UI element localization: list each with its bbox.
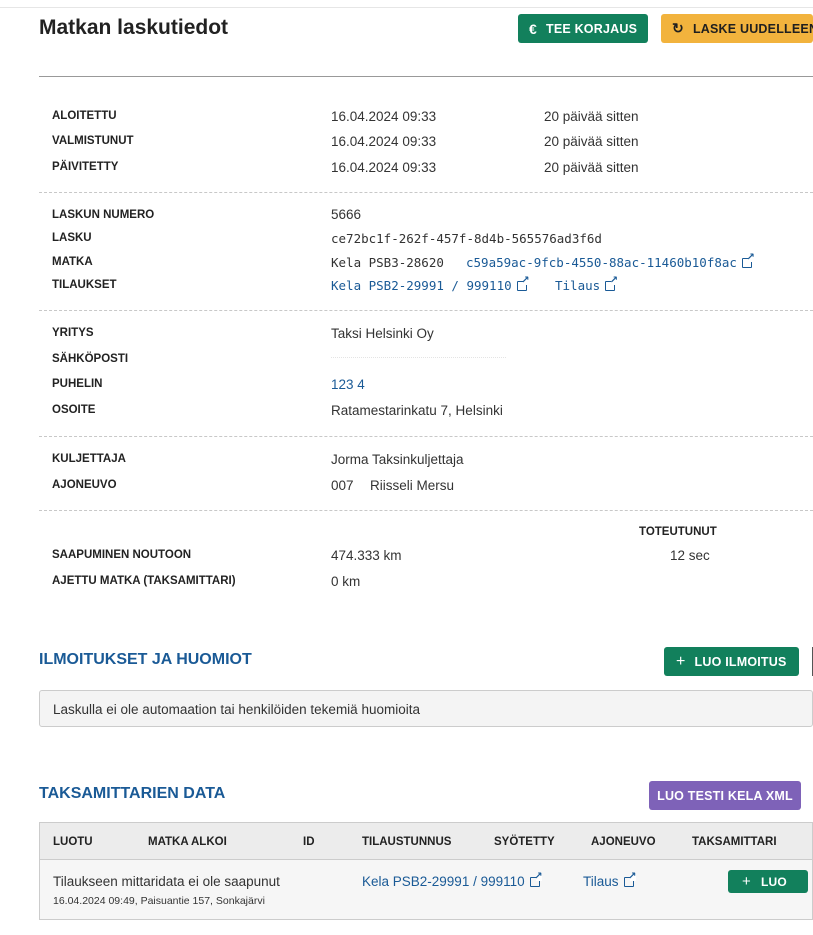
- orders-label: TILAUKSET: [52, 279, 117, 291]
- driven-label: AJETTU MATKA (TAKSAMITTARI): [52, 575, 236, 587]
- column-header: MATKA ALKOI: [148, 836, 227, 848]
- order-tilaus-text: Tilaus: [555, 278, 601, 293]
- create-notice-button[interactable]: + LUO ILMOITUS: [664, 647, 799, 676]
- column-header: TAKSAMITTARI: [692, 836, 777, 848]
- external-link-icon: [605, 275, 618, 291]
- address-value: Ratamestarinkatu 7, Helsinki: [331, 403, 503, 418]
- column-header: ID: [303, 836, 315, 848]
- trip-link[interactable]: c59a59ac-9fcb-4550-88ac-11460b10f8ac: [466, 252, 755, 270]
- section-divider: [39, 310, 813, 311]
- section-divider: [39, 436, 813, 437]
- started-value: 16.04.2024 09:33: [331, 109, 437, 124]
- section-divider: [39, 192, 813, 193]
- external-link-icon: [529, 871, 543, 887]
- driver-value: Jorma Taksinkuljettaja: [331, 452, 464, 467]
- trip-label: MATKA: [52, 256, 93, 268]
- row-status: Tilaukseen mittaridata ei ole saapunut: [53, 874, 280, 889]
- invoice-label: LASKU: [52, 232, 92, 244]
- invoice-id: ce72bc1f-262f-457f-8d4b-565576ad3f6d: [331, 231, 602, 246]
- test-kela-xml-label: LUO TESTI KELA XML: [657, 788, 793, 803]
- updated-relative: 20 päivää sitten: [544, 160, 639, 175]
- updated-label: PÄIVITETTY: [52, 161, 119, 173]
- meter-title: TAKSAMITTARIEN DATA: [39, 785, 226, 802]
- driven-distance: 0 km: [331, 574, 361, 589]
- plus-icon: +: [676, 652, 686, 670]
- phone-link[interactable]: 123 4: [331, 377, 365, 392]
- notices-title: ILMOITUKSET JA HUOMIOT: [39, 651, 252, 668]
- company-label: YRITYS: [52, 327, 94, 339]
- arrival-distance: 474.333 km: [331, 548, 402, 563]
- column-header: LUOTU: [53, 836, 93, 848]
- row-tilaus-link[interactable]: Tilaus: [583, 871, 637, 889]
- invoice-number-label: LASKUN NUMERO: [52, 209, 155, 221]
- correction-button[interactable]: € TEE KORJAUS: [518, 14, 648, 43]
- order-link-text: Kela PSB2-29991 / 999110: [331, 278, 512, 293]
- order-tilaus-link[interactable]: Tilaus: [555, 275, 618, 293]
- create-meter-button[interactable]: + LUO: [728, 870, 808, 893]
- euro-icon: €: [529, 20, 537, 37]
- phone-label: PUHELIN: [52, 378, 103, 390]
- company-value: Taksi Helsinki Oy: [331, 326, 434, 341]
- vehicle-label: AJONEUVO: [52, 479, 117, 491]
- column-header: AJONEUVO: [591, 836, 656, 848]
- order-link[interactable]: Kela PSB2-29991 / 999110: [331, 275, 530, 293]
- arrival-time: 12 sec: [670, 548, 710, 563]
- header-divider: [39, 76, 813, 77]
- row-order-link-text: Kela PSB2-29991 / 999110: [362, 874, 525, 889]
- create-notice-label: LUO ILMOITUS: [694, 654, 787, 669]
- plus-icon: +: [742, 873, 751, 890]
- row-detail: 16.04.2024 09:49, Paisuantie 157, Sonkaj…: [53, 895, 265, 907]
- row-tilaus-text: Tilaus: [583, 874, 619, 889]
- column-header: SYÖTETTY: [494, 836, 555, 848]
- external-link-icon: [741, 252, 755, 268]
- completed-label: VALMISTUNUT: [52, 135, 134, 147]
- email-value: [331, 357, 506, 362]
- external-link-icon: [623, 871, 637, 887]
- updated-value: 16.04.2024 09:33: [331, 160, 437, 175]
- trip-code: Kela PSB3-28620: [331, 255, 444, 270]
- completed-relative: 20 päivää sitten: [544, 134, 639, 149]
- vehicle-name: Riisseli Mersu: [370, 478, 455, 493]
- notices-empty-box: Laskulla ei ole automaation tai henkilöi…: [39, 690, 813, 727]
- invoice-number: 5666: [331, 207, 362, 222]
- meter-table-header: LUOTU MATKA ALKOI ID TILAUSTUNNUS SYÖTET…: [39, 822, 813, 860]
- started-label: ALOITETTU: [52, 110, 117, 122]
- notices-empty-text: Laskulla ei ole automaation tai henkilöi…: [53, 702, 420, 717]
- driver-label: KULJETTAJA: [52, 453, 126, 465]
- recalculate-button-label: LASKE UUDELLEEN: [692, 21, 813, 36]
- recalculate-button[interactable]: ↻ LASKE UUDELLEEN: [661, 14, 813, 43]
- correction-button-label: TEE KORJAUS: [546, 21, 638, 36]
- test-kela-xml-button[interactable]: LUO TESTI KELA XML: [649, 781, 801, 810]
- refresh-icon: ↻: [672, 20, 684, 36]
- column-header: TILAUSTUNNUS: [362, 836, 452, 848]
- section-divider: [39, 510, 813, 511]
- address-label: OSOITE: [52, 404, 96, 416]
- top-divider: [0, 7, 813, 8]
- page-title: Matkan laskutiedot: [39, 16, 229, 39]
- completed-value: 16.04.2024 09:33: [331, 134, 437, 149]
- row-order-link[interactable]: Kela PSB2-29991 / 999110: [362, 871, 543, 889]
- trip-link-text: c59a59ac-9fcb-4550-88ac-11460b10f8ac: [466, 255, 737, 270]
- external-link-icon: [516, 275, 530, 291]
- email-label: SÄHKÖPOSTI: [52, 353, 129, 365]
- realized-header: TOTEUTUNUT: [639, 526, 717, 538]
- table-row: Tilaukseen mittaridata ei ole saapunut 1…: [39, 860, 813, 920]
- vehicle-number: 007: [331, 478, 354, 493]
- create-meter-label: LUO: [760, 874, 787, 889]
- started-relative: 20 päivää sitten: [544, 109, 639, 124]
- arrival-label: SAAPUMINEN NOUTOON: [52, 549, 192, 561]
